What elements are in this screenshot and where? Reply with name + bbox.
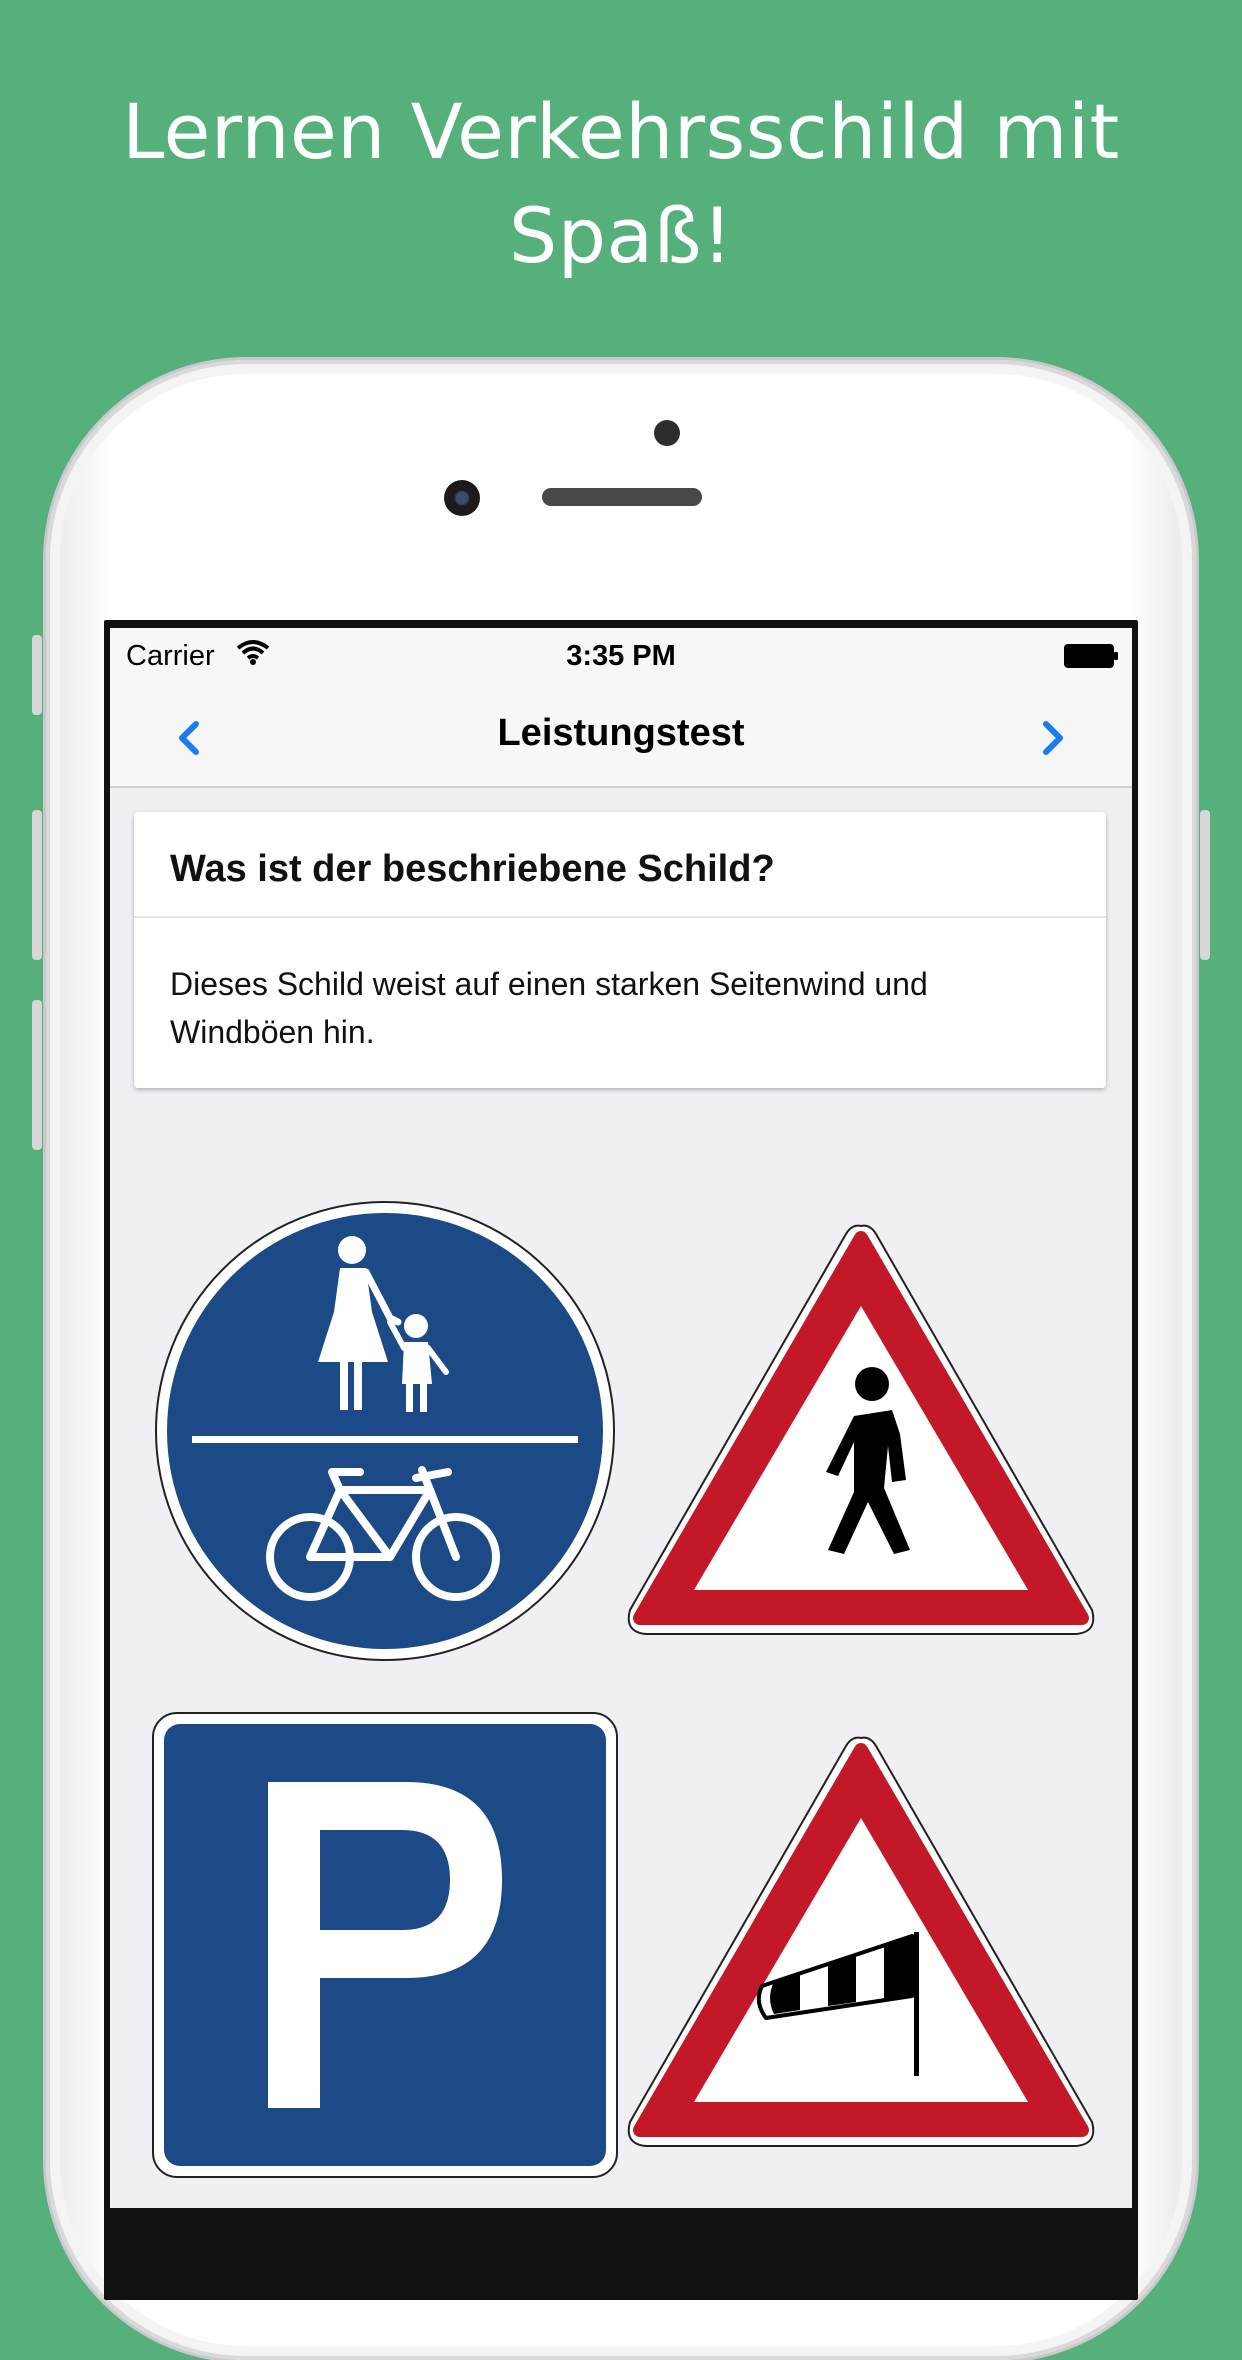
shared-pedestrian-bicycle-path-sign[interactable]	[154, 1200, 616, 1662]
parking-sign[interactable]	[152, 1712, 618, 2178]
question-description: Dieses Schild weist auf einen starken Se…	[170, 966, 928, 1050]
battery-icon	[1064, 644, 1118, 668]
volume-down-button	[32, 1000, 42, 1150]
question-title: Was ist der beschriebene Schild?	[134, 812, 1106, 918]
mute-switch	[32, 635, 42, 715]
app-screen: Carrier 3:35 PM Leistungstest Was ist de…	[110, 628, 1132, 2208]
promo-headline: Lernen Verkehrsschild mit Spaß!	[122, 87, 1120, 280]
chevron-right-icon[interactable]	[1032, 718, 1072, 758]
power-button	[1200, 810, 1210, 960]
volume-up-button	[32, 810, 42, 960]
navigation-bar: Leistungstest	[110, 688, 1132, 788]
pedestrians-warning-sign[interactable]	[622, 1220, 1100, 1640]
status-time: 3:35 PM	[566, 640, 676, 672]
page-title: Leistungstest	[497, 712, 745, 754]
crosswind-warning-sign[interactable]	[622, 1732, 1100, 2152]
earpiece-speaker	[542, 488, 702, 506]
question-card: Was ist der beschriebene Schild? Dieses …	[134, 812, 1106, 1088]
front-camera	[444, 480, 480, 516]
proximity-sensor	[654, 420, 680, 446]
status-bar: Carrier 3:35 PM	[110, 628, 1132, 688]
